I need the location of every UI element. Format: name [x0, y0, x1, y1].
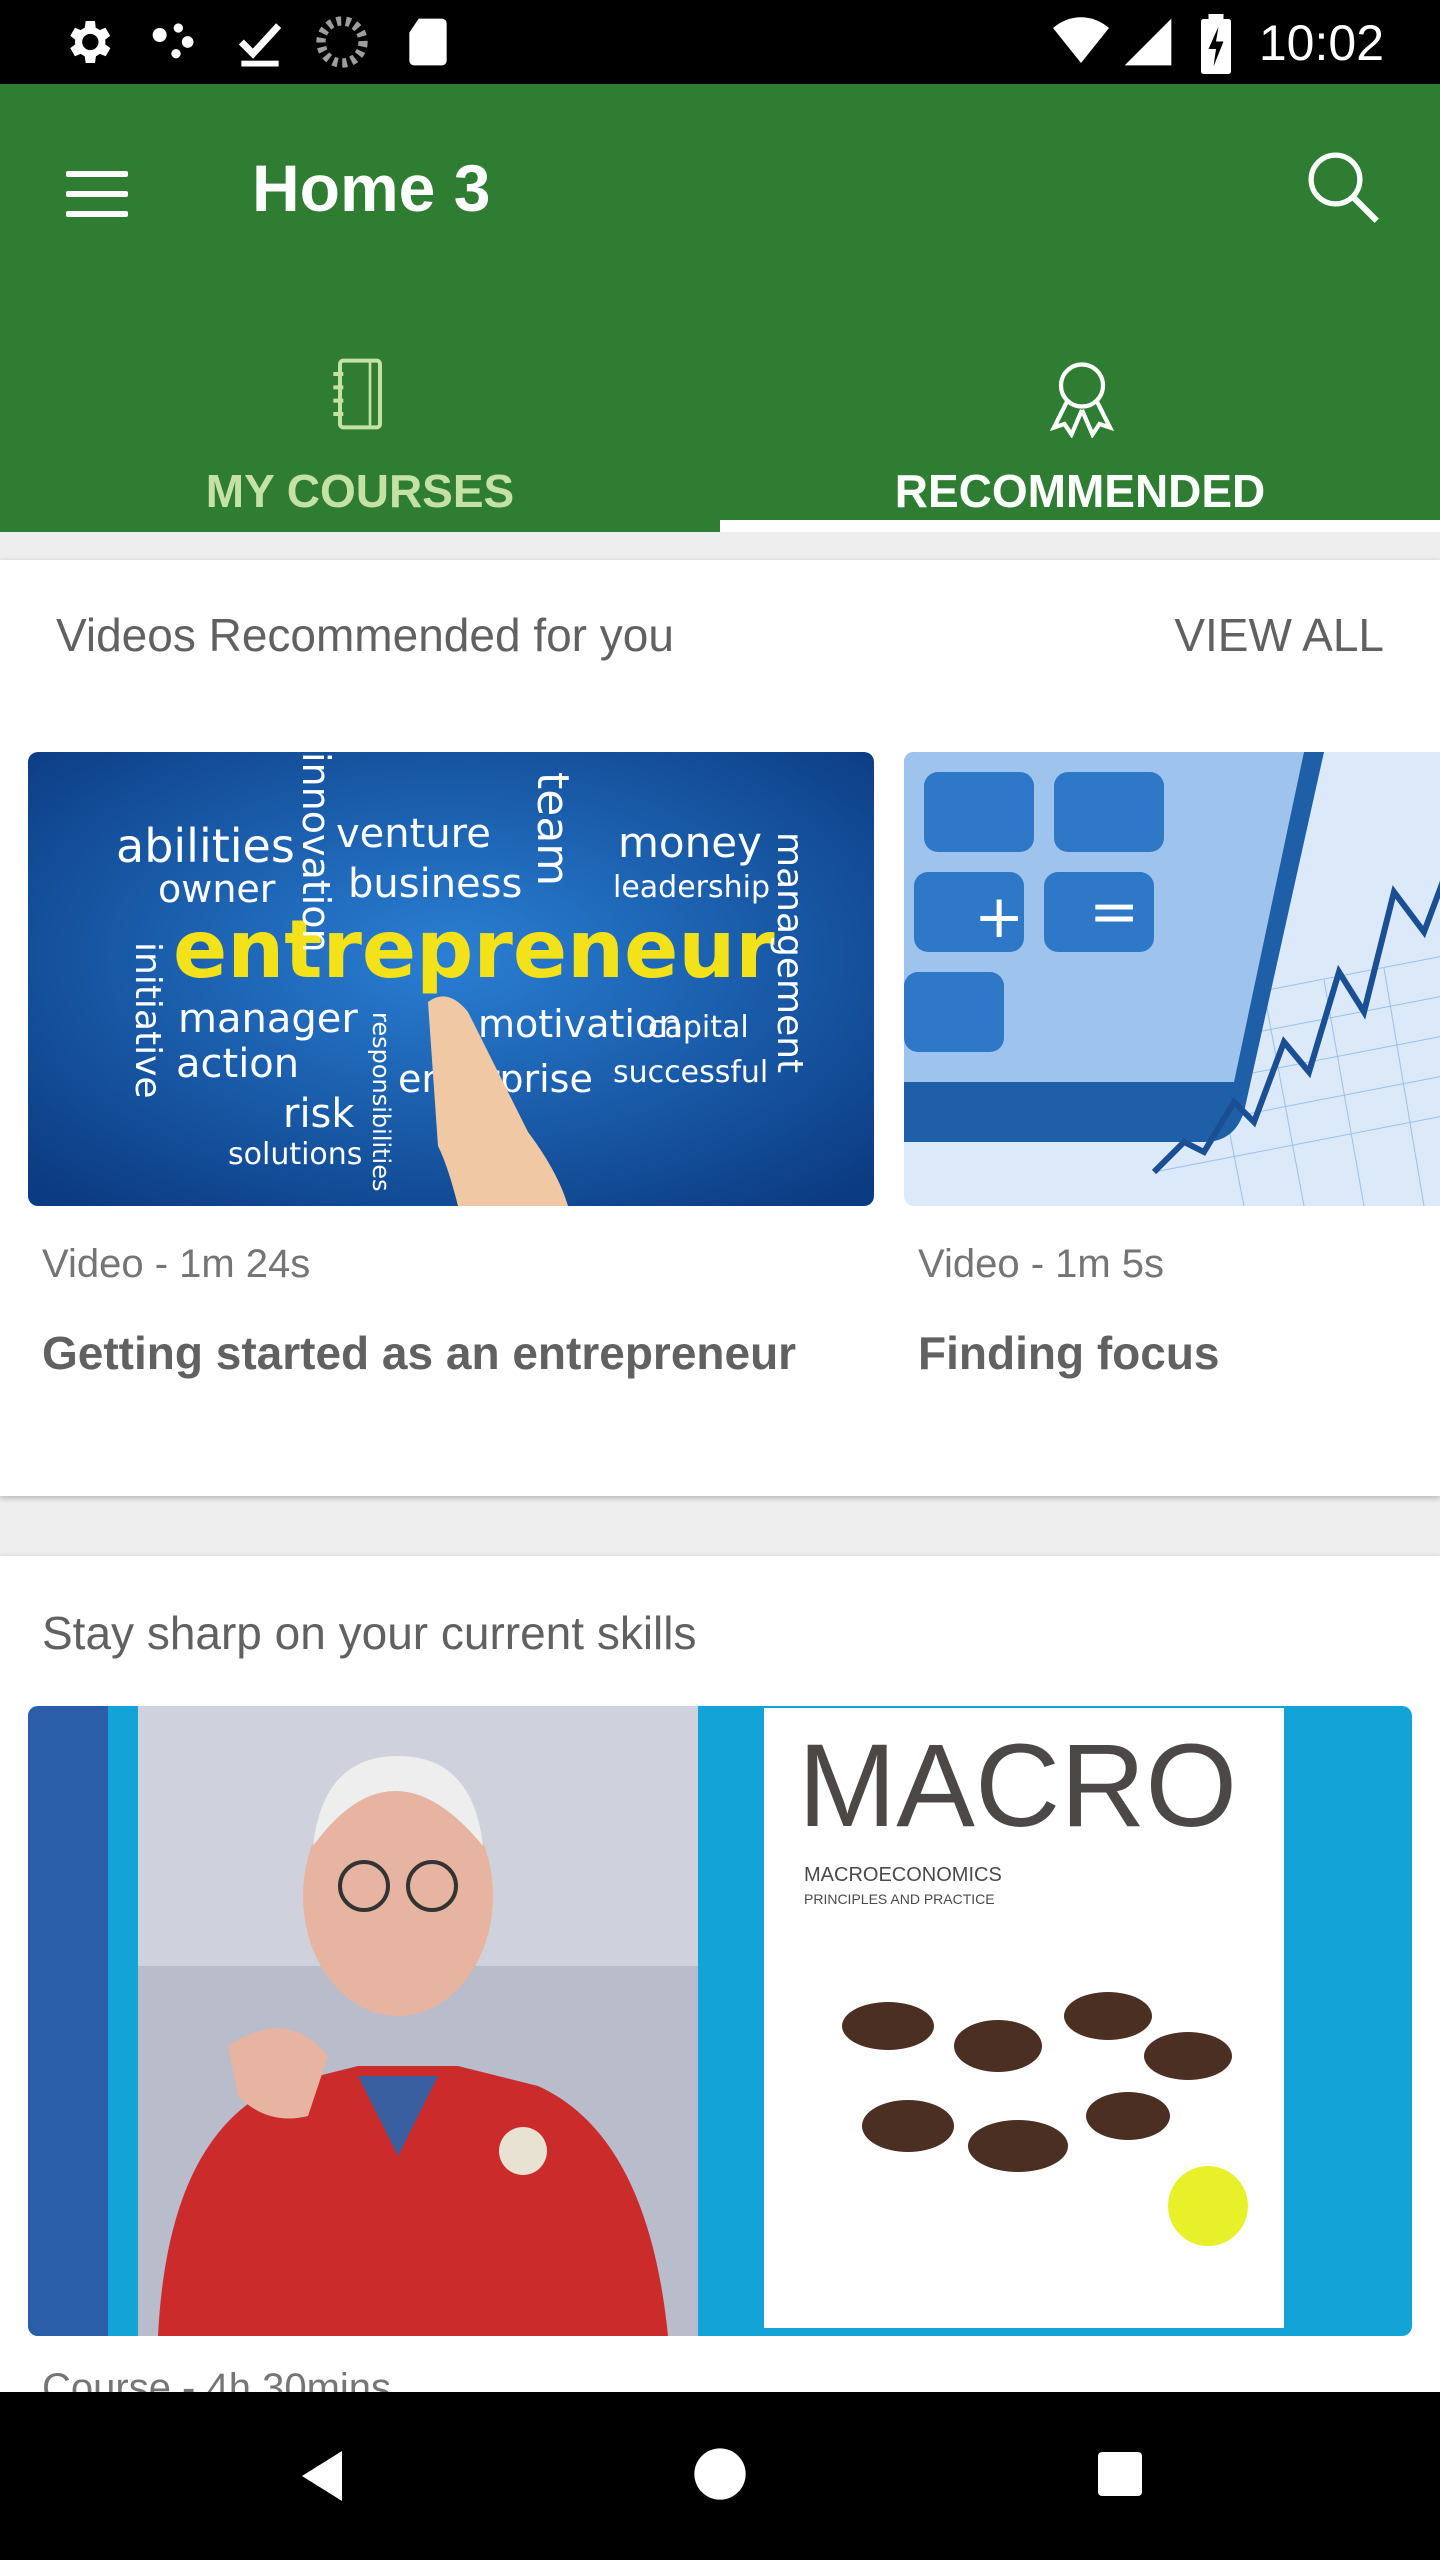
award-ribbon-icon [1049, 362, 1115, 438]
svg-text:+: + [974, 882, 1024, 952]
course-thumbnail[interactable]: MACRO MACROECONOMICS PRINCIPLES AND PRAC… [28, 1706, 1412, 2336]
back-icon[interactable] [294, 2446, 350, 2506]
svg-text:initiative: initiative [127, 942, 168, 1099]
video-meta: Video - 1m 24s [42, 1242, 311, 1286]
download-done-icon [238, 23, 282, 67]
notification-dots-icon [152, 23, 194, 59]
status-bar: 10:02 [0, 0, 1440, 84]
section-title: Stay sharp on your current skills [42, 1607, 697, 1659]
svg-text:=: = [1089, 877, 1139, 947]
signal-icon [1124, 18, 1172, 66]
svg-text:responsibilities: responsibilities [367, 1012, 395, 1192]
svg-text:innovation: innovation [294, 752, 338, 953]
settings-icon [70, 21, 111, 63]
svg-text:money: money [618, 818, 762, 867]
svg-text:solutions: solutions [228, 1137, 362, 1172]
svg-text:business: business [348, 861, 522, 907]
svg-text:abilities: abilities [116, 819, 295, 873]
page-title: Home 3 [252, 151, 491, 225]
video-meta: Video - 1m 5s [918, 1242, 1165, 1286]
app-bar: Home 3 MY COURSES RECOMMENDED [0, 84, 1440, 532]
video-title[interactable]: Finding focus [918, 1326, 1220, 1380]
svg-text:capital: capital [648, 1010, 749, 1045]
video-title[interactable]: Getting started as an entrepreneur [42, 1326, 796, 1380]
skills-card: Stay sharp on your current skills MACRO … [0, 1556, 1440, 2456]
home-icon[interactable] [692, 2446, 748, 2502]
svg-text:manager: manager [178, 996, 358, 1042]
svg-text:team: team [527, 772, 578, 886]
menu-button[interactable] [60, 159, 130, 229]
tab-recommended[interactable]: RECOMMENDED [720, 314, 1440, 532]
book-subtitle-2: PRINCIPLES AND PRACTICE [804, 1891, 995, 1907]
svg-text:management: management [769, 832, 810, 1073]
video-thumbnail[interactable]: abilities owner venture business money l… [28, 752, 874, 1206]
video-thumbnail[interactable]: + = [904, 752, 1440, 1206]
clock: 10:02 [1258, 15, 1384, 71]
menu-icon [66, 171, 128, 177]
battery-icon [1201, 14, 1231, 74]
svg-text:entrepreneur: entrepreneur [173, 903, 775, 996]
tab-label: MY COURSES [205, 465, 515, 517]
wifi-icon [1053, 17, 1109, 63]
book-title: MACRO [798, 1720, 1237, 1852]
tab-indicator [720, 520, 1440, 532]
tab-label: RECOMMENDED [894, 465, 1266, 517]
book-subtitle: MACROECONOMICS [804, 1864, 1002, 1886]
section-title: Videos Recommended for you [56, 609, 674, 661]
svg-text:leadership: leadership [613, 870, 770, 905]
notebook-icon [333, 358, 382, 430]
tab-my-courses[interactable]: MY COURSES [0, 314, 720, 532]
svg-text:risk: risk [283, 1091, 355, 1137]
spinner-icon [316, 16, 368, 68]
search-icon[interactable] [1298, 142, 1388, 232]
view-all-button[interactable]: VIEW ALL [1174, 608, 1384, 662]
svg-text:venture: venture [336, 811, 491, 857]
svg-text:action: action [176, 1041, 299, 1087]
system-nav-bar [0, 2392, 1440, 2560]
sd-card-icon [409, 18, 447, 66]
svg-text:successful: successful [613, 1055, 768, 1090]
recommended-videos-card: Videos Recommended for you VIEW ALL abil… [0, 560, 1440, 1496]
recents-icon[interactable] [1096, 2450, 1144, 2498]
